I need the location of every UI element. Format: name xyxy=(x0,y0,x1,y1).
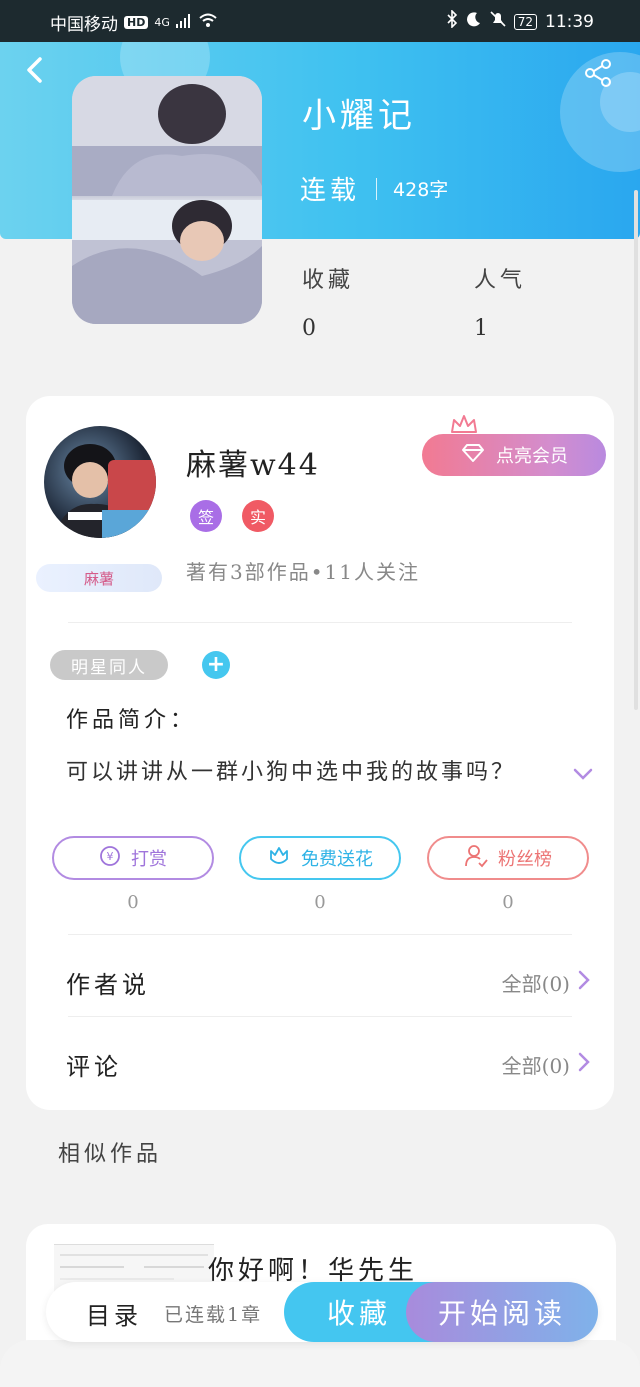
send-flower-button[interactable]: 免费送花 xyxy=(239,836,401,880)
status-divider xyxy=(376,177,378,200)
similar-works-label: 相似作品 xyxy=(58,1142,163,1167)
author-says-count: 全部(0) xyxy=(501,971,570,996)
word-count: 428字 xyxy=(393,179,449,201)
diamond-icon xyxy=(460,443,486,468)
yen-coin-icon: ¥ xyxy=(99,845,121,872)
favorites-stat: 收藏 0 xyxy=(302,262,354,341)
author-says-row[interactable]: 作者说 全部(0) xyxy=(66,952,590,1012)
chapter-count: 已连载1章 xyxy=(164,1304,263,1326)
add-tag-button[interactable]: + xyxy=(202,651,230,679)
flower-icon xyxy=(267,845,291,872)
book-title: 小耀记 xyxy=(302,96,416,136)
popularity-value: 1 xyxy=(474,316,488,341)
comments-row[interactable]: 评论 全部(0) xyxy=(66,1034,590,1094)
signal-icon xyxy=(175,13,192,33)
carrier-label: 中国移动 xyxy=(50,15,118,35)
divider xyxy=(68,1016,572,1017)
table-of-contents-button[interactable]: 目录 xyxy=(86,1296,142,1331)
genre-tag[interactable]: 明星同人 xyxy=(50,650,168,680)
user-rank-icon xyxy=(464,844,488,873)
tip-count: 0 xyxy=(127,892,139,913)
favorites-label: 收藏 xyxy=(302,268,355,293)
book-cover-image[interactable] xyxy=(72,76,262,324)
network-label: 4G xyxy=(154,16,170,29)
moon-icon xyxy=(466,11,482,32)
divider xyxy=(68,934,572,935)
fans-count: 0 xyxy=(502,892,514,913)
chevron-right-icon xyxy=(578,1052,590,1077)
intro-text: 可以讲讲从一群小狗中选中我的故事吗？ xyxy=(66,760,517,785)
author-name-tag: 麻薯 xyxy=(36,564,162,592)
status-bar: 中国移动 HD 4G 72 11:39 xyxy=(0,0,640,42)
book-detail-card: 麻薯w44 签 实 点亮会员 麻薯 著有3部作品•11人关注 明星同人 + 作品… xyxy=(26,396,614,1110)
book-status-line: 连载 428字 xyxy=(300,170,448,207)
back-icon[interactable] xyxy=(22,55,48,85)
bluetooth-icon xyxy=(446,9,458,33)
scrollbar[interactable] xyxy=(634,190,638,710)
time-label: 11:39 xyxy=(545,11,594,32)
hd-icon: HD xyxy=(124,16,149,29)
divider xyxy=(68,622,572,623)
tip-button[interactable]: ¥ 打赏 xyxy=(52,836,214,880)
bottom-action-bar: 目录 已连载1章 收藏 开始阅读 xyxy=(46,1282,598,1342)
tip-label: 打赏 xyxy=(131,849,167,870)
popularity-label: 人气 xyxy=(474,268,527,293)
author-avatar[interactable] xyxy=(44,426,156,538)
battery-icon: 72 xyxy=(513,13,537,30)
flower-count: 0 xyxy=(314,892,326,913)
svg-text:¥: ¥ xyxy=(107,850,114,863)
signed-badge: 签 xyxy=(190,500,222,532)
author-works-info: 著有3部作品•11人关注 xyxy=(186,560,420,584)
share-icon[interactable] xyxy=(584,58,612,88)
wifi-icon xyxy=(198,12,218,33)
comments-label: 评论 xyxy=(66,1052,122,1081)
intro-label: 作品简介： xyxy=(66,708,197,733)
flower-label: 免费送花 xyxy=(301,849,373,870)
chevron-right-icon xyxy=(578,970,590,995)
serial-status: 连载 xyxy=(300,176,361,206)
vip-member-button[interactable]: 点亮会员 xyxy=(422,434,606,476)
bottom-background xyxy=(0,1340,640,1387)
verified-badge: 实 xyxy=(242,500,274,532)
fans-ranking-button[interactable]: 粉丝榜 xyxy=(427,836,589,880)
mute-bell-icon xyxy=(490,11,506,32)
author-says-label: 作者说 xyxy=(66,970,150,999)
crown-icon xyxy=(450,414,478,434)
start-reading-button[interactable]: 开始阅读 xyxy=(406,1282,598,1342)
favorites-value: 0 xyxy=(302,316,316,341)
popularity-stat: 人气 1 xyxy=(474,262,526,341)
comments-count: 全部(0) xyxy=(501,1053,570,1078)
chevron-down-icon[interactable] xyxy=(572,766,594,782)
author-name[interactable]: 麻薯w44 xyxy=(186,440,320,484)
fans-label: 粉丝榜 xyxy=(498,849,552,870)
vip-button-label: 点亮会员 xyxy=(496,446,568,467)
